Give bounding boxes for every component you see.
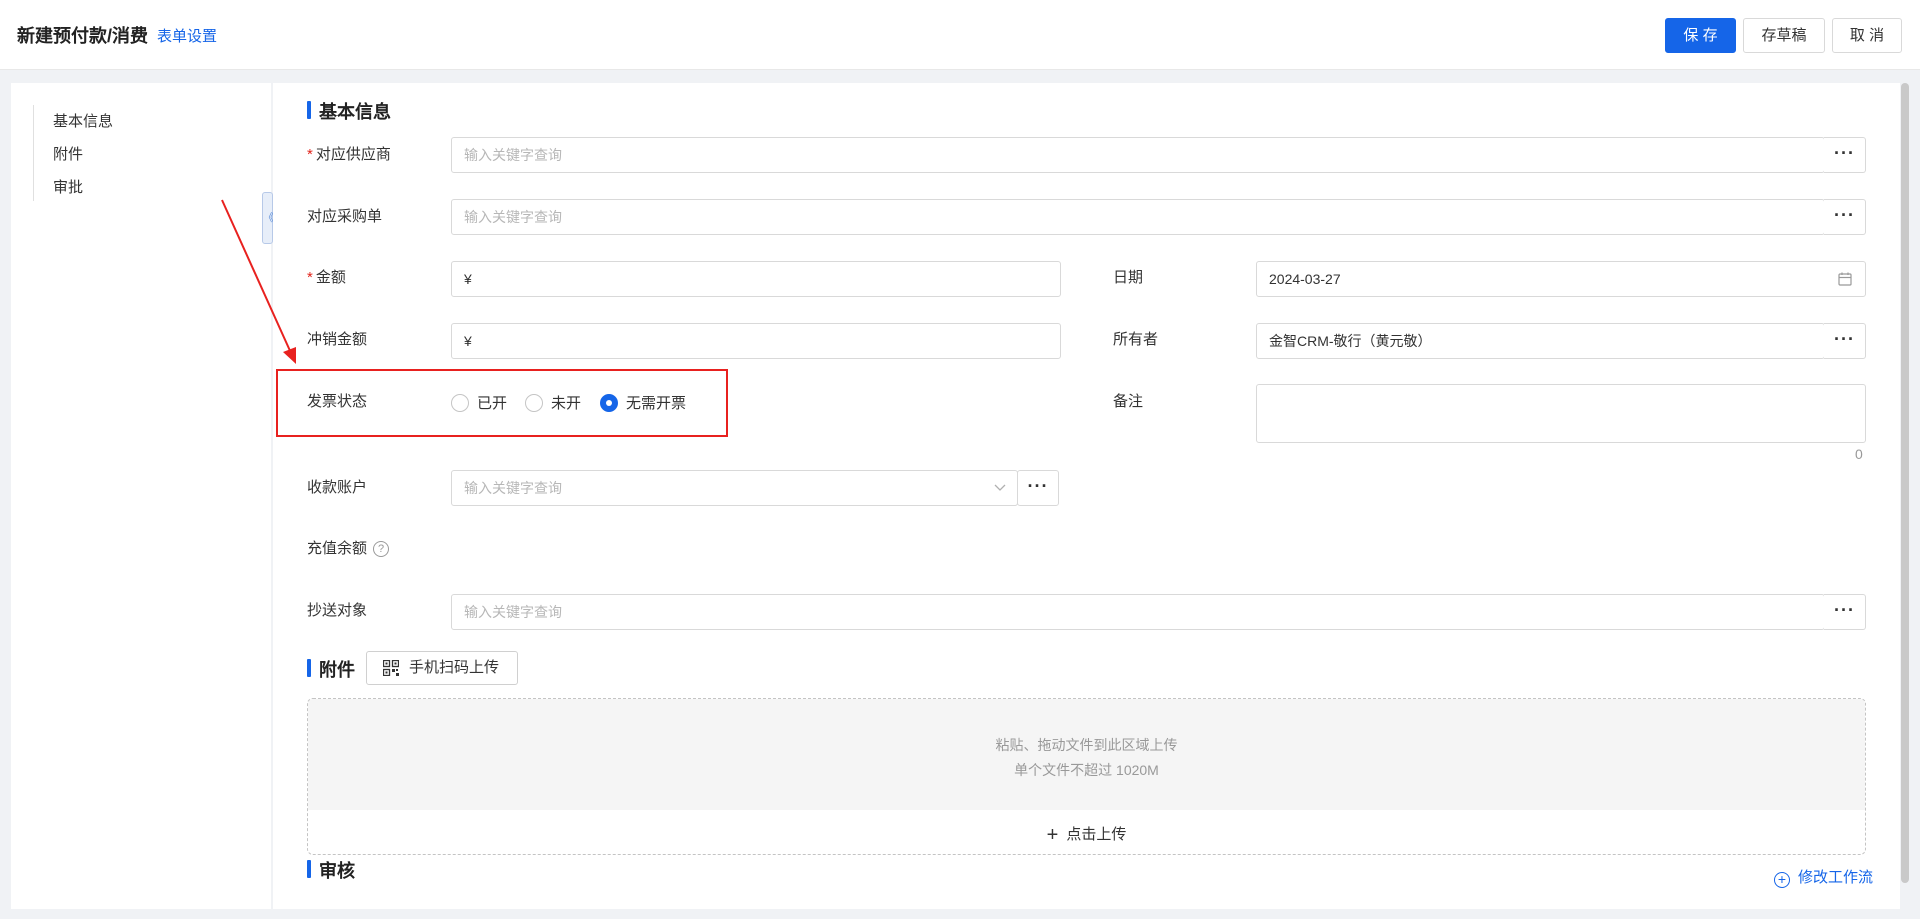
page-title: 新建预付款/消费 [17,26,149,46]
date-input[interactable]: 2024-03-27 [1256,261,1866,297]
amount-input[interactable]: ¥ [451,261,1061,297]
writeoff-amount-label: 冲销金额 [307,331,368,348]
cc-label: 抄送对象 [307,602,368,619]
sidebar-item-attachments[interactable]: 附件 [53,138,113,171]
amount-label: * 金额 [307,268,346,288]
writeoff-amount-input[interactable]: ¥ [451,323,1061,359]
owner-more-button[interactable]: ··· [1824,323,1866,359]
supplier-input[interactable]: 输入关键字查询 [451,137,1825,173]
remark-label: 备注 [1113,393,1144,410]
purchase-order-more-button[interactable]: ··· [1824,199,1866,235]
calendar-icon[interactable] [1838,272,1852,286]
top-bar: 新建预付款/消费 表单设置 保 存 存草稿 取 消 [0,0,1920,70]
scan-upload-button[interactable]: 手机扫码上传 [366,651,518,685]
date-label: 日期 [1113,269,1144,286]
sidebar-item-approval[interactable]: 审批 [53,171,113,204]
cc-placeholder: 输入关键字查询 [464,604,562,620]
sidebar-nav: 基本信息 附件 审批 [33,105,113,201]
modify-workflow-label: 修改工作流 [1798,869,1874,886]
receiving-account-placeholder: 输入关键字查询 [464,480,562,496]
qr-code-icon [383,660,399,676]
supplier-label: * 对应供应商 [307,145,391,165]
click-upload-button[interactable]: + 点击上传 [308,823,1865,847]
purchase-order-label: 对应采购单 [307,208,383,225]
save-button[interactable]: 保 存 [1665,18,1736,53]
plus-icon: + [1046,824,1059,846]
dropzone-hint-2: 单个文件不超过 1020M [1014,762,1159,778]
vertical-scrollbar[interactable] [1901,83,1909,883]
section-title-basic-info: 基本信息 [307,98,391,124]
supplier-placeholder: 输入关键字查询 [464,147,562,163]
section-title-review: 审核 [307,857,355,883]
save-draft-button[interactable]: 存草稿 [1743,18,1825,53]
owner-input[interactable]: 金智CRM-敬行（黄元敬） [1256,323,1825,359]
file-dropzone[interactable]: 粘贴、拖动文件到此区域上传 单个文件不超过 1020M + 点击上传 [307,698,1866,855]
sidebar-item-basic-info[interactable]: 基本信息 [53,105,113,138]
owner-label: 所有者 [1113,331,1159,348]
receiving-account-select[interactable]: 输入关键字查询 [451,470,1018,506]
recharge-balance-label-text: 充值余额 [307,540,368,557]
scan-upload-label: 手机扫码上传 [409,659,500,676]
recharge-balance-label: 充值余额? [307,539,390,559]
required-mark: * [307,146,313,163]
purchase-order-input[interactable]: 输入关键字查询 [451,199,1825,235]
cc-more-button[interactable]: ··· [1824,594,1866,630]
supplier-more-button[interactable]: ··· [1824,137,1866,173]
remark-char-count: 0 [1855,446,1863,462]
plus-circle-icon: + [1774,872,1790,888]
supplier-label-text: 对应供应商 [315,146,391,163]
dropzone-hint-1: 粘贴、拖动文件到此区域上传 [995,737,1178,753]
help-icon[interactable]: ? [373,541,390,557]
cancel-button[interactable]: 取 消 [1832,18,1902,53]
annotation-arrow-icon [221,199,296,364]
cc-input[interactable]: 输入关键字查询 [451,594,1825,630]
amount-label-text: 金额 [315,269,346,286]
purchase-order-placeholder: 输入关键字查询 [464,209,562,225]
receiving-account-label: 收款账户 [307,479,368,496]
remark-textarea[interactable] [1256,384,1866,443]
chevron-down-icon [994,484,1006,491]
date-value: 2024-03-27 [1269,271,1341,287]
modify-workflow-link[interactable]: + 修改工作流 [1774,866,1873,888]
form-settings-link[interactable]: 表单设置 [157,25,217,46]
annotation-highlight-box [276,369,728,437]
receiving-account-more-button[interactable]: ··· [1017,470,1059,506]
click-upload-label: 点击上传 [1066,826,1127,843]
section-title-attachments: 附件 [307,656,355,682]
